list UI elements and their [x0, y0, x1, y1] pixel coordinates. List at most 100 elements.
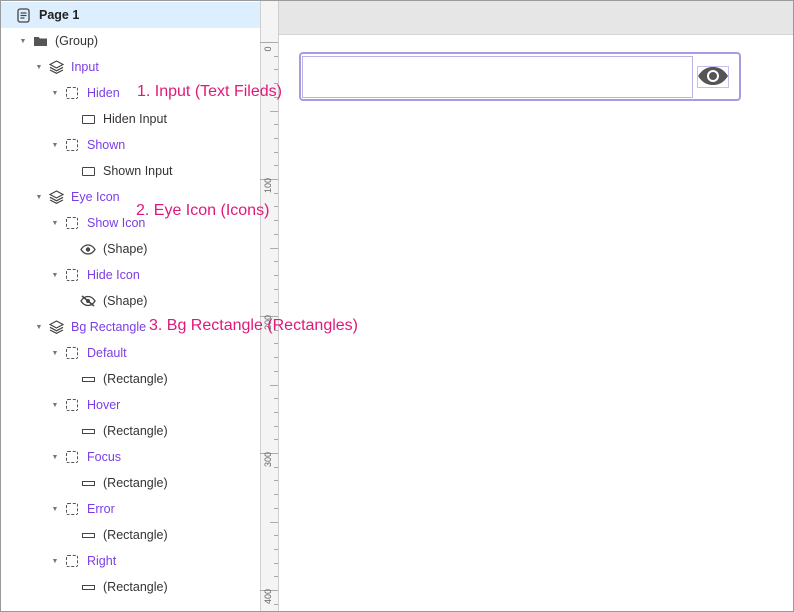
- layer-row[interactable]: ▼ (Group): [1, 28, 260, 54]
- ruler-tick: [274, 494, 278, 496]
- layer-label: Focus: [87, 450, 122, 464]
- caret-down-icon[interactable]: ▼: [50, 88, 60, 98]
- layer-row[interactable]: ▼ Default: [1, 340, 260, 366]
- caret-down-icon[interactable]: ▼: [50, 504, 60, 514]
- ruler-tick: [270, 247, 278, 249]
- ruler-tick: [274, 124, 278, 126]
- layer-row[interactable]: (Rectangle): [1, 574, 260, 600]
- layer-row[interactable]: Hiden Input: [1, 106, 260, 132]
- layer-label: (Rectangle): [103, 528, 168, 542]
- ruler-tick: [274, 302, 278, 304]
- layer-label: Hiden Input: [103, 112, 167, 126]
- dashed-frame-icon: [64, 137, 80, 153]
- layer-row[interactable]: (Shape): [1, 288, 260, 314]
- ruler-tick: [270, 521, 278, 523]
- layer-label: Bg Rectangle: [71, 320, 147, 334]
- eye-slash-icon: [80, 293, 96, 309]
- folder-icon: [32, 33, 48, 49]
- dashed-frame-icon: [64, 267, 80, 283]
- ruler-tick: [274, 562, 278, 564]
- ruler-tick: [274, 507, 278, 509]
- dashed-frame-icon: [64, 553, 80, 569]
- ruler-tick: [274, 411, 278, 413]
- caret-down-icon[interactable]: ▼: [18, 36, 28, 46]
- ruler-label: 0: [263, 46, 273, 52]
- caret-down-icon[interactable]: ▼: [50, 348, 60, 358]
- ruler-tick: [274, 192, 278, 194]
- layer-row[interactable]: (Rectangle): [1, 522, 260, 548]
- layer-label: Input: [71, 60, 99, 74]
- input-rect-icon: [80, 163, 96, 179]
- layer-row[interactable]: ▼ Focus: [1, 444, 260, 470]
- ruler-label: 100: [263, 177, 273, 193]
- caret-spacer: [66, 582, 76, 592]
- layer-label: (Shape): [103, 242, 148, 256]
- layers-icon: [48, 319, 64, 335]
- rectangle-icon: [80, 527, 96, 543]
- eye-toggle-button[interactable]: [697, 66, 729, 88]
- layer-row[interactable]: ▼ Hover: [1, 392, 260, 418]
- ruler-tick: [274, 370, 278, 372]
- rectangle-icon: [80, 423, 96, 439]
- layer-row[interactable]: ▼ Hide Icon: [1, 262, 260, 288]
- layer-label: Hover: [87, 398, 121, 412]
- rectangle-icon: [80, 579, 96, 595]
- ruler-tick: [274, 480, 278, 482]
- caret-down-icon[interactable]: ▼: [50, 140, 60, 150]
- caret-spacer: [66, 426, 76, 436]
- caret-down-icon[interactable]: ▼: [50, 556, 60, 566]
- rectangle-icon: [80, 475, 96, 491]
- caret-down-icon[interactable]: ▼: [50, 452, 60, 462]
- ruler-tick: [274, 206, 278, 208]
- ruler-label: 300: [263, 451, 273, 467]
- layer-label: Error: [87, 502, 115, 516]
- caret-down-icon[interactable]: ▼: [34, 62, 44, 72]
- password-text-field[interactable]: [302, 56, 693, 98]
- rectangle-icon: [80, 371, 96, 387]
- annotation-input: 1. Input (Text Fileds): [137, 83, 282, 100]
- ruler-tick: [274, 603, 278, 605]
- caret-down-icon[interactable]: ▼: [34, 192, 44, 202]
- layer-row[interactable]: (Rectangle): [1, 418, 260, 444]
- caret-spacer: [66, 296, 76, 306]
- layer-label: (Rectangle): [103, 476, 168, 490]
- ruler-tick: [274, 548, 278, 550]
- layer-label: (Group): [55, 34, 99, 48]
- ruler-tick: [274, 151, 278, 153]
- layer-row[interactable]: (Rectangle): [1, 366, 260, 392]
- layer-label: Right: [87, 554, 117, 568]
- annotation-eye-icon: 2. Eye Icon (Icons): [136, 202, 270, 219]
- layer-label: Shown: [87, 138, 126, 152]
- layer-row[interactable]: (Rectangle): [1, 470, 260, 496]
- dashed-frame-icon: [64, 85, 80, 101]
- ruler-tick: [274, 357, 278, 359]
- caret-spacer: [66, 114, 76, 124]
- ruler-tick: [274, 165, 278, 167]
- caret-down-icon[interactable]: ▼: [34, 322, 44, 332]
- layer-row[interactable]: ▼ Input: [1, 54, 260, 80]
- layer-row[interactable]: Shown Input: [1, 158, 260, 184]
- dashed-frame-icon: [64, 215, 80, 231]
- annotation-bg-rectangle: 3. Bg Rectangle (Rectangles): [149, 317, 358, 334]
- caret-spacer: [66, 374, 76, 384]
- dashed-frame-icon: [64, 397, 80, 413]
- dashed-frame-icon: [64, 345, 80, 361]
- input-rect-icon: [80, 111, 96, 127]
- caret-spacer: [66, 166, 76, 176]
- ruler-tick: [274, 137, 278, 139]
- ruler-tick: [274, 535, 278, 537]
- layer-row[interactable]: ▼ Error: [1, 496, 260, 522]
- layer-row[interactable]: ▼ Shown: [1, 132, 260, 158]
- ruler-tick: [274, 576, 278, 578]
- caret-down-icon[interactable]: ▼: [50, 218, 60, 228]
- layer-label: (Rectangle): [103, 372, 168, 386]
- page-label: Page 1: [39, 8, 80, 22]
- caret-down-icon[interactable]: ▼: [50, 400, 60, 410]
- layer-label: Eye Icon: [71, 190, 120, 204]
- layer-row[interactable]: ▼ Right: [1, 548, 260, 574]
- page-row[interactable]: Page 1: [1, 2, 260, 28]
- ruler-tick: [274, 220, 278, 222]
- ruler-tick: [274, 439, 278, 441]
- layer-row[interactable]: (Shape): [1, 236, 260, 262]
- caret-down-icon[interactable]: ▼: [50, 270, 60, 280]
